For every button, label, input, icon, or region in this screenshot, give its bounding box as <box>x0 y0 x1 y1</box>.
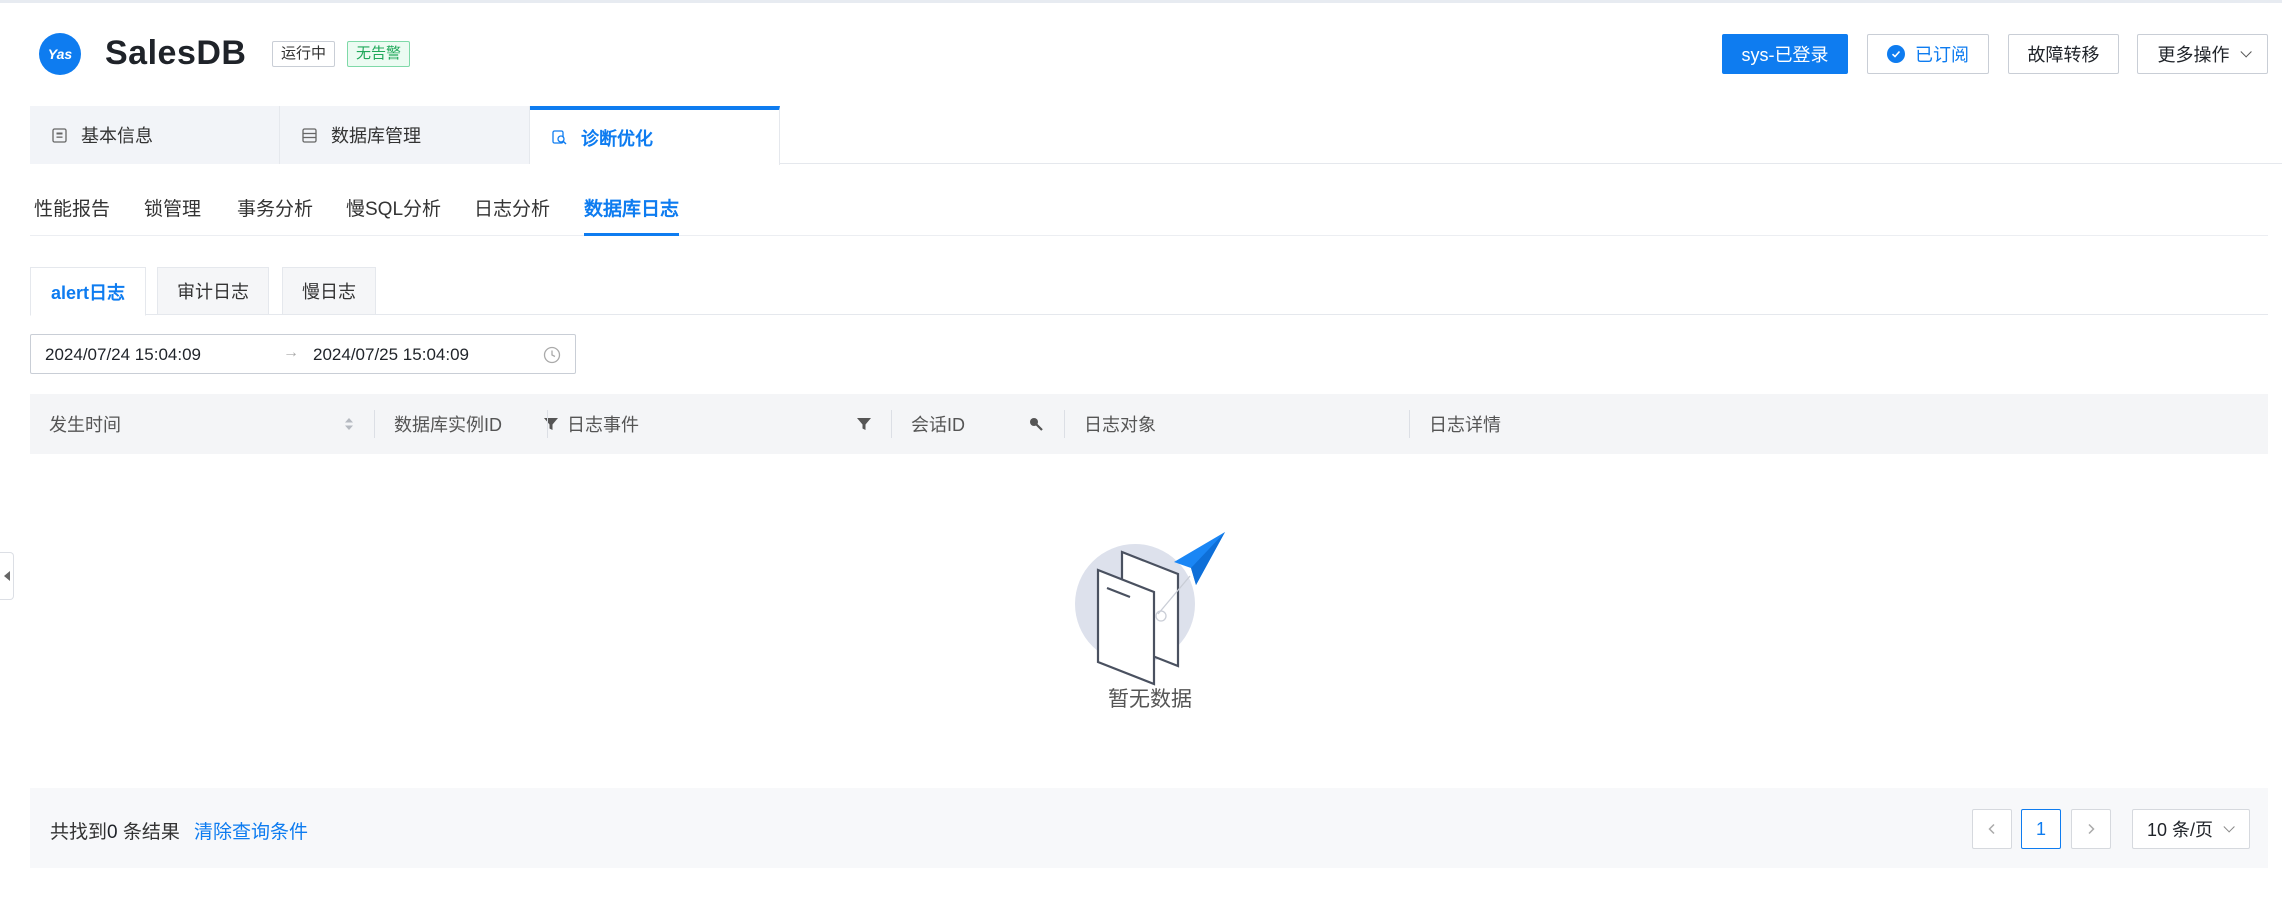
start-date-input[interactable]: 2024/07/24 15:04:09 <box>45 345 201 365</box>
chevron-right-icon <box>2088 823 2095 835</box>
result-count: 共找到0 条结果 <box>50 817 180 844</box>
clock-icon <box>543 346 561 364</box>
page-size-select[interactable]: 10 条/页 <box>2132 809 2250 849</box>
more-actions-button[interactable]: 更多操作 <box>2137 34 2268 74</box>
table-footer: 共找到0 条结果 清除查询条件 1 10 条/页 <box>30 788 2268 868</box>
chevron-down-icon <box>2223 821 2235 833</box>
empty-documents-icon <box>1075 532 1225 686</box>
log-table-header: 发生时间 数据库实例ID 日志事件 会话ID 日志对象 日志详情 <box>30 394 2268 454</box>
end-date-input[interactable]: 2024/07/25 15:04:09 <box>313 345 469 365</box>
tab-diagnose-optimize[interactable]: 诊断优化 <box>530 106 780 165</box>
database-list-icon <box>302 127 317 143</box>
subtab-transaction-analysis[interactable]: 事务分析 <box>237 194 313 236</box>
column-label: 日志事件 <box>567 415 639 435</box>
chevron-left-icon <box>1988 823 1995 835</box>
sub-tab-bar: 性能报告 锁管理 事务分析 慢SQL分析 日志分析 数据库日志 <box>30 188 2268 236</box>
tab-label: 基本信息 <box>81 126 153 146</box>
app-logo: Yas <box>39 33 81 75</box>
col-log-object: 日志对象 <box>1065 394 1409 454</box>
alarm-badge: 无告警 <box>347 41 411 67</box>
main-tab-bar: 基本信息 数据库管理 诊断优化 <box>30 106 2282 165</box>
chevron-down-icon <box>2239 46 2252 58</box>
tab-database-management[interactable]: 数据库管理 <box>280 106 530 164</box>
col-log-event[interactable]: 日志事件 <box>548 394 891 454</box>
failover-button[interactable]: 故障转移 <box>2008 34 2119 74</box>
subscribed-button[interactable]: 已订阅 <box>1867 34 1989 74</box>
range-arrow-icon: → <box>283 344 299 361</box>
sort-icon[interactable] <box>343 416 355 437</box>
info-card-icon <box>52 127 67 143</box>
column-label: 会话ID <box>911 415 965 435</box>
clear-filters-link[interactable]: 清除查询条件 <box>194 817 308 844</box>
subtab-log-analysis[interactable]: 日志分析 <box>474 194 550 236</box>
diagnose-search-icon <box>552 130 567 145</box>
check-circle-icon <box>1887 45 1905 63</box>
date-range-picker[interactable]: 2024/07/24 15:04:09 → 2024/07/25 15:04:0… <box>30 334 576 374</box>
column-label: 发生时间 <box>49 415 121 435</box>
log-type-tabs: alert日志 审计日志 慢日志 <box>30 267 2268 316</box>
sidebar-collapse-handle[interactable] <box>0 552 14 600</box>
subtab-slow-sql-analysis[interactable]: 慢SQL分析 <box>346 194 441 236</box>
subscribed-label: 已订阅 <box>1915 45 1969 65</box>
subtab-performance-report[interactable]: 性能报告 <box>34 194 110 236</box>
logo-text: Yas <box>47 46 73 62</box>
logtab-slow[interactable]: 慢日志 <box>282 267 376 315</box>
column-label: 日志对象 <box>1084 415 1156 435</box>
column-label: 数据库实例ID <box>394 415 502 435</box>
logtab-audit[interactable]: 审计日志 <box>157 267 269 315</box>
col-instance-id[interactable]: 数据库实例ID <box>375 394 558 454</box>
result-count-number: 0 <box>107 822 118 843</box>
empty-state-text: 暂无数据 <box>1108 688 1192 711</box>
prev-page-button[interactable] <box>1972 809 2012 849</box>
page-size-label: 10 条/页 <box>2147 820 2214 840</box>
page-header: Yas SalesDB 运行中 无告警 sys-已登录 已订阅 故障转移 更多操… <box>0 0 2282 104</box>
subtab-database-logs[interactable]: 数据库日志 <box>584 194 680 236</box>
subtab-lock-management[interactable]: 锁管理 <box>144 194 201 236</box>
login-status-button[interactable]: sys-已登录 <box>1722 34 1848 74</box>
tab-label: 数据库管理 <box>331 126 421 146</box>
filter-icon[interactable] <box>856 416 872 437</box>
search-icon[interactable] <box>1028 416 1044 437</box>
col-log-details: 日志详情 <box>1410 394 2268 454</box>
page-title: SalesDB <box>105 34 247 72</box>
col-session-id[interactable]: 会话ID <box>892 394 1064 454</box>
column-label: 日志详情 <box>1429 415 1501 435</box>
tab-basic-info[interactable]: 基本信息 <box>30 106 280 164</box>
status-badge: 运行中 <box>272 41 336 67</box>
col-occur-time[interactable]: 发生时间 <box>30 394 374 454</box>
page-button-current[interactable]: 1 <box>2021 809 2061 849</box>
tab-label: 诊断优化 <box>581 128 653 149</box>
next-page-button[interactable] <box>2071 809 2111 849</box>
result-count-prefix: 共找到 <box>50 822 108 843</box>
logtab-alert[interactable]: alert日志 <box>30 267 146 316</box>
result-count-suffix: 条结果 <box>122 822 180 843</box>
more-actions-label: 更多操作 <box>2157 45 2230 65</box>
caret-left-icon <box>3 571 10 581</box>
